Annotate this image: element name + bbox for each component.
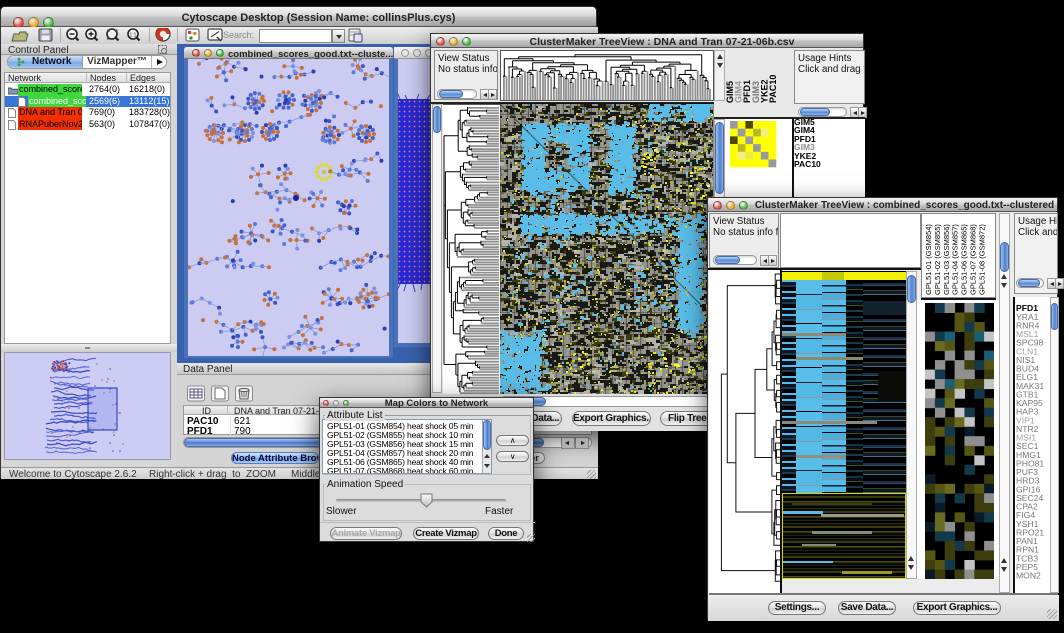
svg-text:1:1: 1:1: [130, 33, 137, 39]
svg-text:GPL51-07 (GSM868): GPL51-07 (GSM868): [969, 224, 978, 295]
svg-text:GPL51-03 (GSM856): GPL51-03 (GSM856): [942, 224, 951, 295]
svg-text:PAC10: PAC10: [768, 75, 778, 103]
svg-text:MON2: MON2: [1016, 571, 1041, 581]
svg-text:Search:: Search:: [223, 30, 254, 40]
svg-text:GPL51-06 (GSM865): GPL51-06 (GSM865): [960, 224, 969, 295]
svg-text:GPL51-08 (GSM872): GPL51-08 (GSM872): [977, 224, 986, 295]
svg-text:GPL51-04 (GSM857): GPL51-04 (GSM857): [951, 224, 960, 295]
svg-text:GPL51-02 (GSM855): GPL51-02 (GSM855): [933, 224, 942, 295]
svg-text:GPL51-01 (GSM854): GPL51-01 (GSM854): [924, 224, 933, 295]
